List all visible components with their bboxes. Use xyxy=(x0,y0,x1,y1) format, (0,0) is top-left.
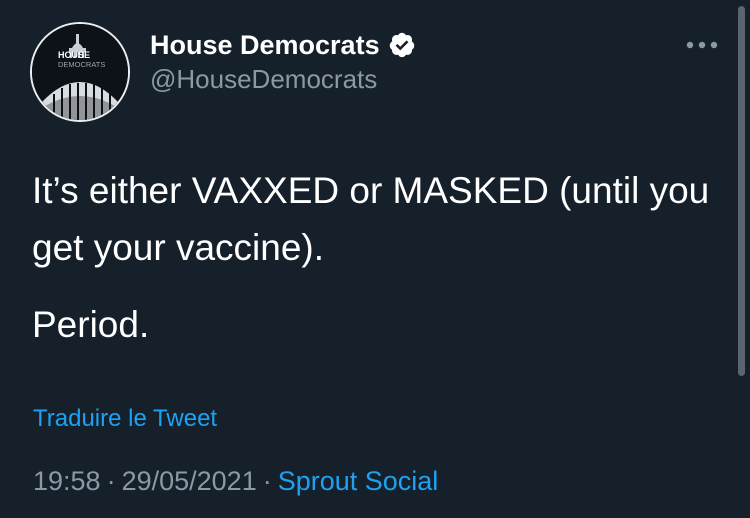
author-name-row: House Democrats xyxy=(150,28,416,62)
meta-separator: · xyxy=(106,466,116,496)
tweet-meta: 19:58 · 29/05/2021 · Sprout Social xyxy=(33,466,438,497)
more-options-icon xyxy=(686,41,718,49)
tweet-paragraph-1: It’s either VAXXED or MASKED (until you … xyxy=(32,170,710,268)
house-democrats-logo: HOUSE DEMOCRATS xyxy=(32,24,128,120)
tweet-paragraph-2: Period. xyxy=(32,304,150,345)
display-name[interactable]: House Democrats xyxy=(150,30,380,61)
more-options-button[interactable] xyxy=(682,33,722,57)
verified-badge-icon xyxy=(389,32,414,58)
tweet-text: It’s either VAXXED or MASKED (until you … xyxy=(32,162,722,353)
avatar-text-house: HOUSE xyxy=(58,50,90,60)
avatar[interactable]: HOUSE DEMOCRATS xyxy=(30,22,130,122)
author-handle[interactable]: @HouseDemocrats xyxy=(150,64,377,95)
tweet-source-link[interactable]: Sprout Social xyxy=(278,466,439,496)
translate-tweet-link[interactable]: Traduire le Tweet xyxy=(33,405,217,433)
tweet-time[interactable]: 19:58 xyxy=(33,466,101,496)
tweet-card: HOUSE DEMOCRATS House Democrats @HouseDe… xyxy=(0,0,750,518)
avatar-text-democrats: DEMOCRATS xyxy=(58,60,105,69)
scrollbar[interactable] xyxy=(738,6,745,376)
tweet-date[interactable]: 29/05/2021 xyxy=(122,466,257,496)
meta-separator: · xyxy=(262,466,272,496)
